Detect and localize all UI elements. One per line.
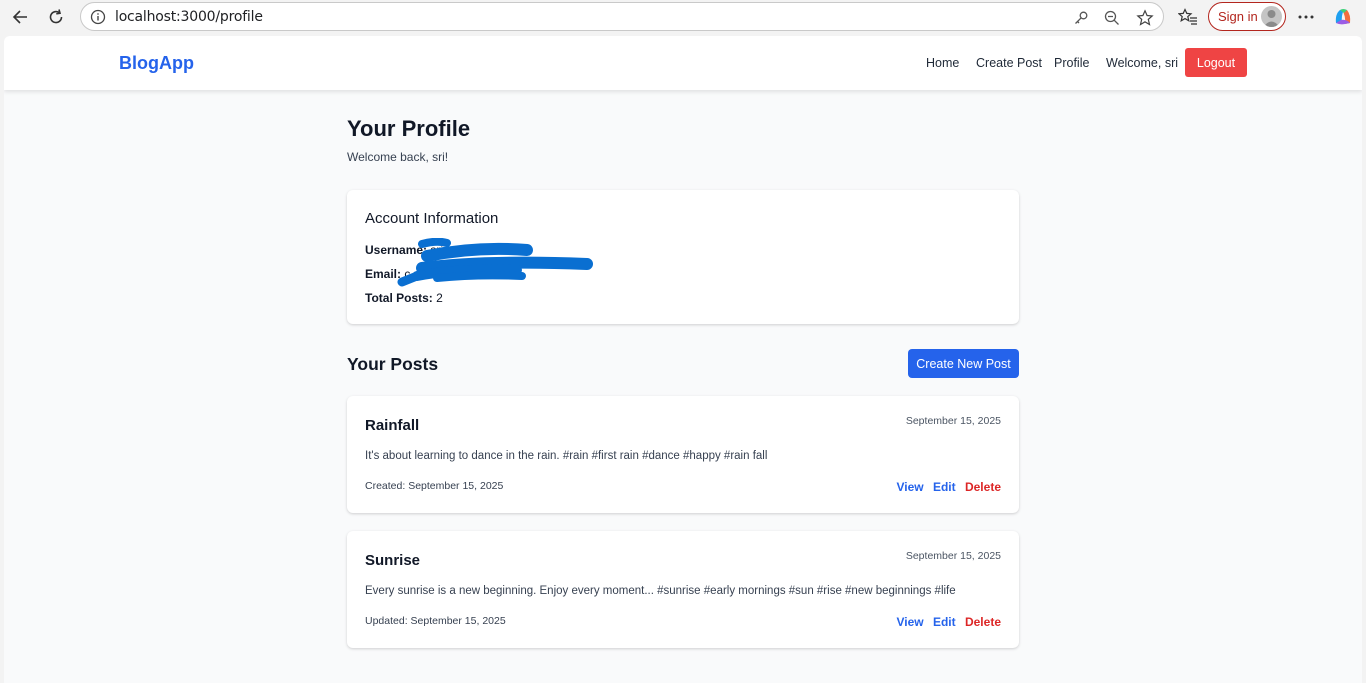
redaction-scribble xyxy=(397,238,593,287)
favorite-star-icon[interactable] xyxy=(1136,9,1154,27)
view-post-link[interactable]: View xyxy=(896,480,923,494)
post-actions: View Edit Delete xyxy=(890,615,1001,629)
welcome-user-text: Welcome, sri xyxy=(1106,56,1179,70)
nav-profile-link[interactable]: Profile xyxy=(1054,56,1089,70)
sign-in-button[interactable]: Sign in xyxy=(1208,2,1286,31)
post-meta: Updated: September 15, 2025 xyxy=(365,615,506,627)
delete-post-link[interactable]: Delete xyxy=(965,615,1001,629)
brand-logo[interactable]: BlogApp xyxy=(119,53,194,74)
zoom-out-icon[interactable] xyxy=(1103,9,1121,27)
total-posts-value: 2 xyxy=(436,291,443,305)
reload-icon[interactable] xyxy=(44,6,68,28)
your-posts-heading: Your Posts xyxy=(347,354,439,374)
url-text[interactable]: localhost:3000/profile xyxy=(115,9,263,25)
profile-avatar-icon xyxy=(1261,6,1282,27)
favorites-icon[interactable] xyxy=(1177,6,1199,28)
logout-button[interactable]: Logout xyxy=(1185,48,1247,77)
delete-post-link[interactable]: Delete xyxy=(965,480,1001,494)
view-post-link[interactable]: View xyxy=(896,615,923,629)
account-info-heading: Account Information xyxy=(365,210,499,227)
create-new-post-button[interactable]: Create New Post xyxy=(908,349,1019,378)
app-navbar: BlogApp Home Create Post Profile Welcome… xyxy=(4,36,1362,90)
browser-toolbar: localhost:3000/profile Sign in xyxy=(0,0,1366,34)
copilot-icon[interactable] xyxy=(1332,6,1354,28)
email-label: Email: xyxy=(365,267,402,281)
site-info-icon[interactable] xyxy=(90,9,106,25)
welcome-back-text: Welcome back, sri! xyxy=(347,150,449,164)
edit-post-link[interactable]: Edit xyxy=(933,480,956,494)
total-posts-row: Total Posts: 2 xyxy=(365,291,443,305)
post-meta: Created: September 15, 2025 xyxy=(365,480,504,492)
address-bar[interactable]: localhost:3000/profile xyxy=(80,2,1164,31)
page-viewport: BlogApp Home Create Post Profile Welcome… xyxy=(4,36,1362,683)
key-icon[interactable] xyxy=(1072,9,1090,27)
post-date: September 15, 2025 xyxy=(905,550,1001,562)
post-date: September 15, 2025 xyxy=(905,415,1001,427)
more-options-icon[interactable] xyxy=(1295,6,1317,28)
nav-create-post-link[interactable]: Create Post xyxy=(976,56,1042,70)
post-card: Rainfall September 15, 2025 It's about l… xyxy=(347,396,1019,513)
edit-post-link[interactable]: Edit xyxy=(933,615,956,629)
back-arrow-icon[interactable] xyxy=(8,6,32,28)
nav-home-link[interactable]: Home xyxy=(926,56,959,70)
post-title[interactable]: Sunrise xyxy=(365,552,420,569)
post-excerpt: It's about learning to dance in the rain… xyxy=(365,450,768,462)
sign-in-label: Sign in xyxy=(1218,9,1258,24)
page-title: Your Profile xyxy=(347,116,471,141)
post-card: Sunrise September 15, 2025 Every sunrise… xyxy=(347,531,1019,648)
post-title[interactable]: Rainfall xyxy=(365,417,419,434)
total-posts-label: Total Posts: xyxy=(365,291,433,305)
account-info-card: Account Information Username: sri Email:… xyxy=(347,190,1019,324)
post-actions: View Edit Delete xyxy=(890,480,1001,494)
post-excerpt: Every sunrise is a new beginning. Enjoy … xyxy=(365,585,956,597)
